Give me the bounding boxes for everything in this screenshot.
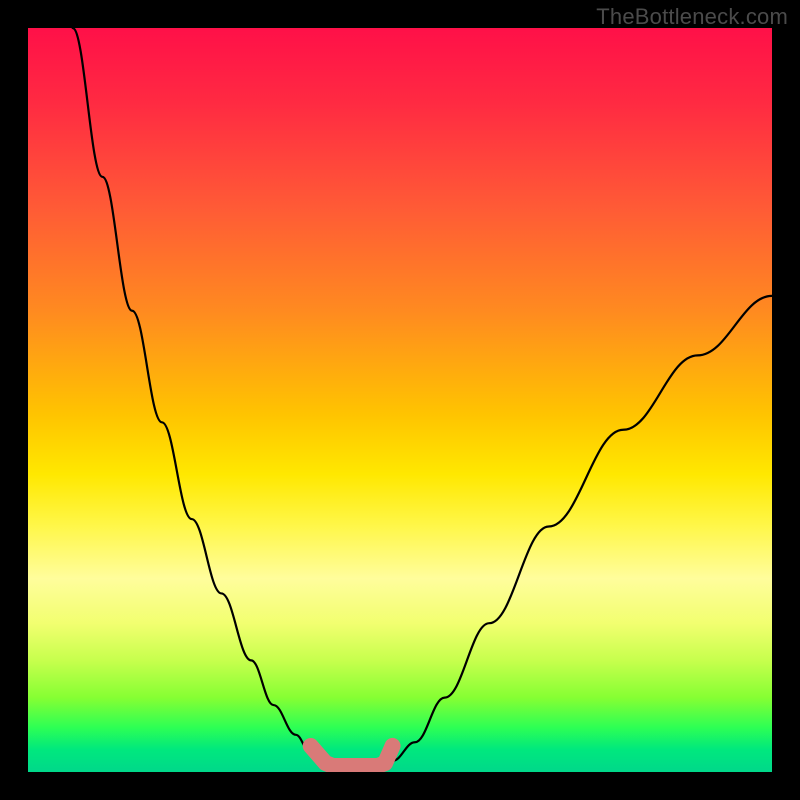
right-bottleneck-curve bbox=[378, 296, 772, 766]
optimal-range-marker bbox=[311, 746, 393, 766]
chart-frame: TheBottleneck.com bbox=[0, 0, 800, 800]
left-bottleneck-curve bbox=[73, 28, 333, 766]
watermark-text: TheBottleneck.com bbox=[596, 4, 788, 30]
chart-overlay bbox=[28, 28, 772, 772]
